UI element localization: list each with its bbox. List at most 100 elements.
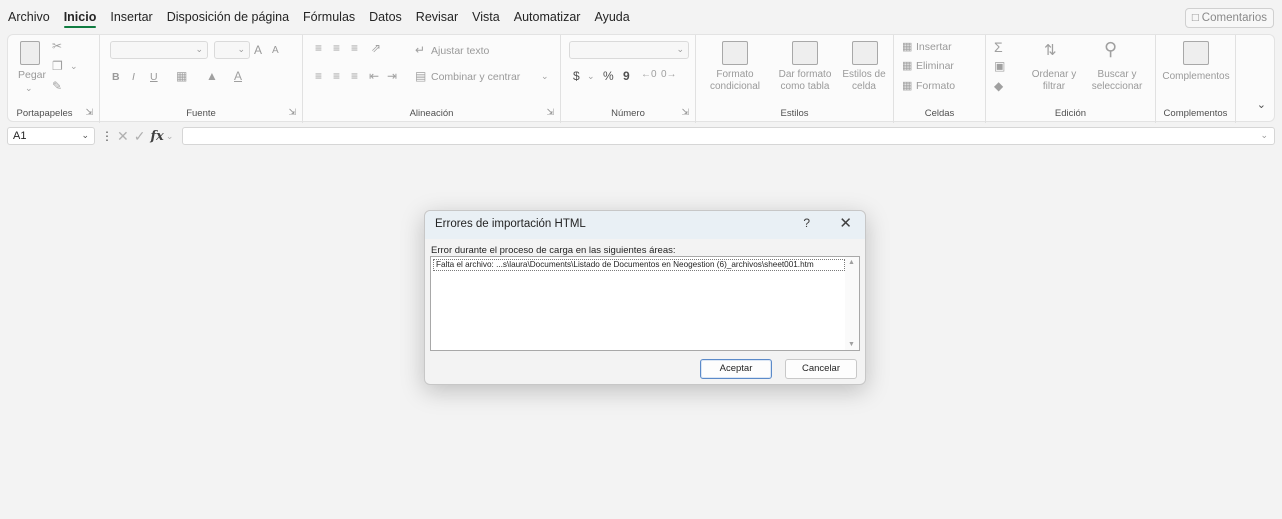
addins-icon[interactable] <box>1183 41 1209 65</box>
comments-button[interactable]: □ Comentarios <box>1184 8 1274 28</box>
align-top-icon[interactable]: ≡ <box>315 41 322 55</box>
list-item[interactable]: Falta el archivo: ...s\laura\Documents\L… <box>433 259 845 271</box>
cut-icon[interactable]: ✂ <box>52 39 62 53</box>
italic-button[interactable]: I <box>132 71 135 83</box>
merge-center-button[interactable]: Combinar y centrar <box>431 71 520 83</box>
formula-input[interactable]: ⌄ <box>182 127 1275 145</box>
tab-datos[interactable]: Datos <box>369 6 402 28</box>
conditional-format-icon[interactable] <box>722 41 748 65</box>
paste-chevron-icon[interactable]: ⌄ <box>25 83 33 94</box>
conditional-format-button[interactable]: Formato condicional <box>700 69 770 93</box>
shrink-font-button[interactable]: A <box>272 45 279 56</box>
clipboard-launcher-icon[interactable]: ⇲ <box>85 107 93 118</box>
tab-automatizar[interactable]: Automatizar <box>514 6 581 28</box>
currency-button[interactable]: $ <box>573 69 580 83</box>
copy-chevron-icon[interactable]: ⌄ <box>70 61 78 72</box>
delete-cells-button[interactable]: Eliminar <box>916 60 954 72</box>
dialog-title: Errores de importación HTML <box>435 218 586 230</box>
fill-icon[interactable]: ▣ <box>994 59 1005 73</box>
font-launcher-icon[interactable]: ⇲ <box>288 107 296 118</box>
confirm-entry-icon[interactable]: ✓ <box>134 128 146 145</box>
copy-icon[interactable]: ❐ <box>52 59 63 73</box>
group-number: ⌄ $ ⌄ % 9 ←0 0→ Número ⇲ <box>561 35 696 123</box>
tab-insertar[interactable]: Insertar <box>110 6 152 28</box>
align-center-icon[interactable]: ≡ <box>333 69 340 83</box>
list-scrollbar[interactable]: ▲ ▼ <box>845 257 859 350</box>
increase-decimal-icon[interactable]: ←0 <box>641 69 657 80</box>
increase-indent-icon[interactable]: ⇥ <box>387 69 397 83</box>
align-middle-icon[interactable]: ≡ <box>333 41 340 55</box>
autosum-icon[interactable]: Σ <box>994 39 1003 55</box>
clipboard-group-label: Portapapeles <box>16 108 73 119</box>
number-launcher-icon[interactable]: ⇲ <box>681 107 689 118</box>
formula-expand-icon[interactable]: ⌄ <box>1260 130 1268 141</box>
tab-formulas[interactable]: Fórmulas <box>303 6 355 28</box>
alignment-launcher-icon[interactable]: ⇲ <box>546 107 554 118</box>
find-select-button[interactable]: Buscar y seleccionar <box>1082 69 1152 93</box>
format-cells-button[interactable]: Formato <box>916 80 955 92</box>
addins-button[interactable]: Complementos <box>1156 71 1236 83</box>
merge-icon[interactable]: ▤ <box>415 69 426 83</box>
align-right-icon[interactable]: ≡ <box>351 69 358 83</box>
wrap-text-icon[interactable]: ↵ <box>415 43 425 57</box>
cancel-entry-icon[interactable]: ✕ <box>117 128 129 145</box>
tab-revisar[interactable]: Revisar <box>416 6 458 28</box>
addins-group-label: Complementos <box>1163 108 1228 119</box>
find-select-icon[interactable]: ⚲ <box>1104 39 1117 60</box>
scroll-up-icon[interactable]: ▲ <box>848 259 855 266</box>
paste-icon[interactable] <box>20 41 40 65</box>
sort-filter-icon[interactable]: ⇅ <box>1044 41 1057 59</box>
currency-chevron-icon[interactable]: ⌄ <box>587 71 595 82</box>
name-box[interactable]: A1 ⌄ <box>7 127 95 145</box>
insert-function-button[interactable]: fx <box>150 129 163 144</box>
insert-cells-button[interactable]: Insertar <box>916 41 952 53</box>
format-as-table-button[interactable]: Dar formato como tabla <box>770 69 840 93</box>
font-family-select[interactable]: ⌄ <box>110 41 208 59</box>
merge-chevron-icon[interactable]: ⌄ <box>541 71 549 82</box>
decrease-indent-icon[interactable]: ⇤ <box>369 69 379 83</box>
ok-button[interactable]: Aceptar <box>700 359 772 379</box>
tab-archivo[interactable]: Archivo <box>8 6 50 28</box>
tab-vista[interactable]: Vista <box>472 6 500 28</box>
sort-filter-button[interactable]: Ordenar y filtrar <box>1026 69 1082 93</box>
cell-styles-button[interactable]: Estilos de celda <box>836 69 892 93</box>
clear-icon[interactable]: ◆ <box>994 79 1003 93</box>
underline-button[interactable]: U <box>150 71 158 83</box>
borders-icon[interactable]: ▦ <box>176 69 187 83</box>
tab-inicio[interactable]: Inicio <box>63 6 96 28</box>
fill-color-icon[interactable]: ▲ <box>206 69 218 83</box>
close-icon[interactable]: ✕ <box>839 214 852 232</box>
bold-button[interactable]: B <box>112 71 120 83</box>
name-box-chevron-icon[interactable]: ⌄ <box>81 130 89 141</box>
font-color-icon[interactable]: A <box>234 69 242 83</box>
cell-styles-icon[interactable] <box>852 41 878 65</box>
paste-label[interactable]: Pegar <box>18 69 46 81</box>
comments-label: Comentarios <box>1201 12 1267 24</box>
scroll-down-icon[interactable]: ▼ <box>848 341 855 348</box>
cell-styles-label-1: Estilos de <box>842 69 886 80</box>
format-as-table-icon[interactable] <box>792 41 818 65</box>
font-size-select[interactable]: ⌄ <box>214 41 250 59</box>
grow-font-button[interactable]: A <box>254 43 262 57</box>
editing-group-label: Edición <box>1054 108 1087 119</box>
comma-button[interactable]: 9 <box>623 69 630 83</box>
percent-button[interactable]: % <box>603 69 614 83</box>
align-left-icon[interactable]: ≡ <box>315 69 322 83</box>
help-button[interactable]: ? <box>803 216 810 230</box>
ribbon-collapse-icon[interactable]: ⌄ <box>1257 98 1266 111</box>
align-bottom-icon[interactable]: ≡ <box>351 41 358 55</box>
insert-cells-icon[interactable]: ▦ <box>902 40 912 53</box>
decrease-decimal-icon[interactable]: 0→ <box>661 69 677 80</box>
delete-cells-icon[interactable]: ▦ <box>902 59 912 72</box>
tab-disposicion[interactable]: Disposición de página <box>167 6 289 28</box>
tab-ayuda[interactable]: Ayuda <box>594 6 629 28</box>
format-cells-icon[interactable]: ▦ <box>902 79 912 92</box>
cancel-button[interactable]: Cancelar <box>785 359 857 379</box>
wrap-text-button[interactable]: Ajustar texto <box>431 45 489 57</box>
format-painter-icon[interactable]: ✎ <box>52 79 62 93</box>
orientation-icon[interactable]: ⇗ <box>371 41 381 55</box>
fx-chevron-icon[interactable]: ⌄ <box>166 131 174 142</box>
error-list[interactable]: Falta el archivo: ...s\laura\Documents\L… <box>430 256 860 351</box>
number-format-select[interactable]: ⌄ <box>569 41 689 59</box>
number-group-label: Número <box>611 108 645 119</box>
